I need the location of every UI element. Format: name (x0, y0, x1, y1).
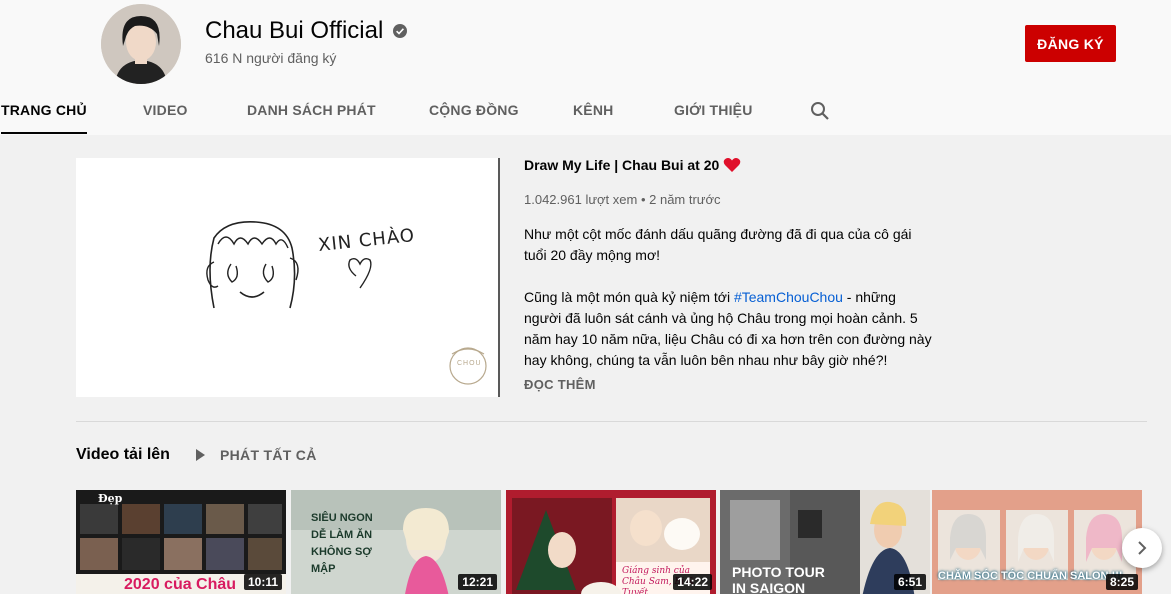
chevron-right-icon (1138, 541, 1147, 555)
featured-thumbnail-drawing (76, 158, 500, 397)
channel-tabs: TRANG CHỦ VIDEO DANH SÁCH PHÁT CỘNG ĐỒNG… (0, 92, 1171, 135)
thumbnail-overlay-text: 2020 của Châu (124, 576, 237, 593)
video-duration: 14:22 (673, 574, 712, 590)
video-thumbnail[interactable]: Giáng sinh của Châu Sam, Bi & Tuyết 14:2… (506, 490, 716, 594)
read-more-button[interactable]: ĐỌC THÊM (524, 377, 596, 392)
play-all-button[interactable]: PHÁT TẤT CẢ (193, 447, 317, 463)
thumbnail-overlay-text: PHOTO TOUR IN SAIGON (732, 564, 825, 594)
description-paragraph-1: Như một cột mốc đánh dấu quãng đường đã … (524, 226, 912, 263)
shelf-next-button[interactable] (1122, 528, 1162, 568)
featured-video-description: Như một cột mốc đánh dấu quãng đường đã … (524, 224, 934, 392)
video-thumbnail[interactable]: Đẹp 2020 của Châu 10:11 (76, 490, 286, 594)
tab-home[interactable]: TRANG CHỦ (1, 92, 87, 135)
thumbnail-logo-text: CHOU (457, 360, 482, 367)
video-thumbnail[interactable]: SIÊU NGON DỄ LÀM ĂN KHÔNG SỢ MẬP 12:21 (291, 490, 501, 594)
subscribe-button[interactable]: ĐĂNG KÝ (1025, 25, 1116, 62)
featured-video-title[interactable]: Draw My Life | Chau Bui at 20 (524, 157, 741, 173)
play-icon (196, 449, 205, 461)
description-paragraph-2: Cũng là một món quà kỷ niệm tới #TeamCho… (524, 287, 934, 371)
tab-videos[interactable]: VIDEO (143, 92, 188, 135)
heart-icon (724, 158, 741, 172)
video-thumbnail[interactable]: CHĂM SÓC TÓC CHUẨN SALON !!! 8:25 (932, 490, 1142, 594)
thumbnail-overlay-text: SIÊU NGON DỄ LÀM ĂN KHÔNG SỢ MẬP (311, 512, 373, 575)
channel-name-text: Chau Bui Official (205, 17, 384, 44)
play-all-label: PHÁT TẤT CẢ (220, 447, 317, 463)
thumbnail-tag: Đẹp (98, 492, 123, 505)
tab-channels[interactable]: KÊNH (573, 92, 613, 135)
uploads-shelf: Đẹp 2020 của Châu 10:11 SIÊU NGON DỄ LÀM… (76, 490, 1171, 594)
tab-community[interactable]: CỘNG ĐỒNG (429, 92, 519, 135)
section-divider (76, 421, 1147, 422)
tab-playlists[interactable]: DANH SÁCH PHÁT (247, 92, 376, 135)
subscriber-count: 616 N người đăng ký (205, 50, 337, 66)
video-duration: 12:21 (458, 574, 497, 590)
featured-title-text: Draw My Life | Chau Bui at 20 (524, 157, 720, 173)
video-duration: 10:11 (243, 574, 282, 590)
featured-video-meta: 1.042.961 lượt xem • 2 năm trước (524, 192, 721, 207)
video-thumbnail[interactable]: PHOTO TOUR IN SAIGON 6:51 (720, 490, 930, 594)
description-text: Cũng là một món quà kỷ niệm tới (524, 289, 734, 305)
featured-video-player[interactable]: XIN CHÀO CHOU (76, 158, 500, 397)
search-icon[interactable] (809, 100, 831, 122)
video-duration: 6:51 (893, 574, 926, 590)
video-duration: 8:25 (1105, 574, 1138, 590)
channel-name[interactable]: Chau Bui Official (205, 17, 408, 45)
hashtag-link[interactable]: #TeamChouChou (734, 289, 843, 305)
tab-about[interactable]: GIỚI THIỆU (674, 92, 753, 135)
channel-header: Chau Bui Official 616 N người đăng ký ĐĂ… (0, 0, 1171, 135)
verified-check-icon (393, 24, 408, 38)
channel-avatar[interactable] (101, 4, 181, 84)
uploads-section-title[interactable]: Video tải lên (76, 446, 170, 464)
